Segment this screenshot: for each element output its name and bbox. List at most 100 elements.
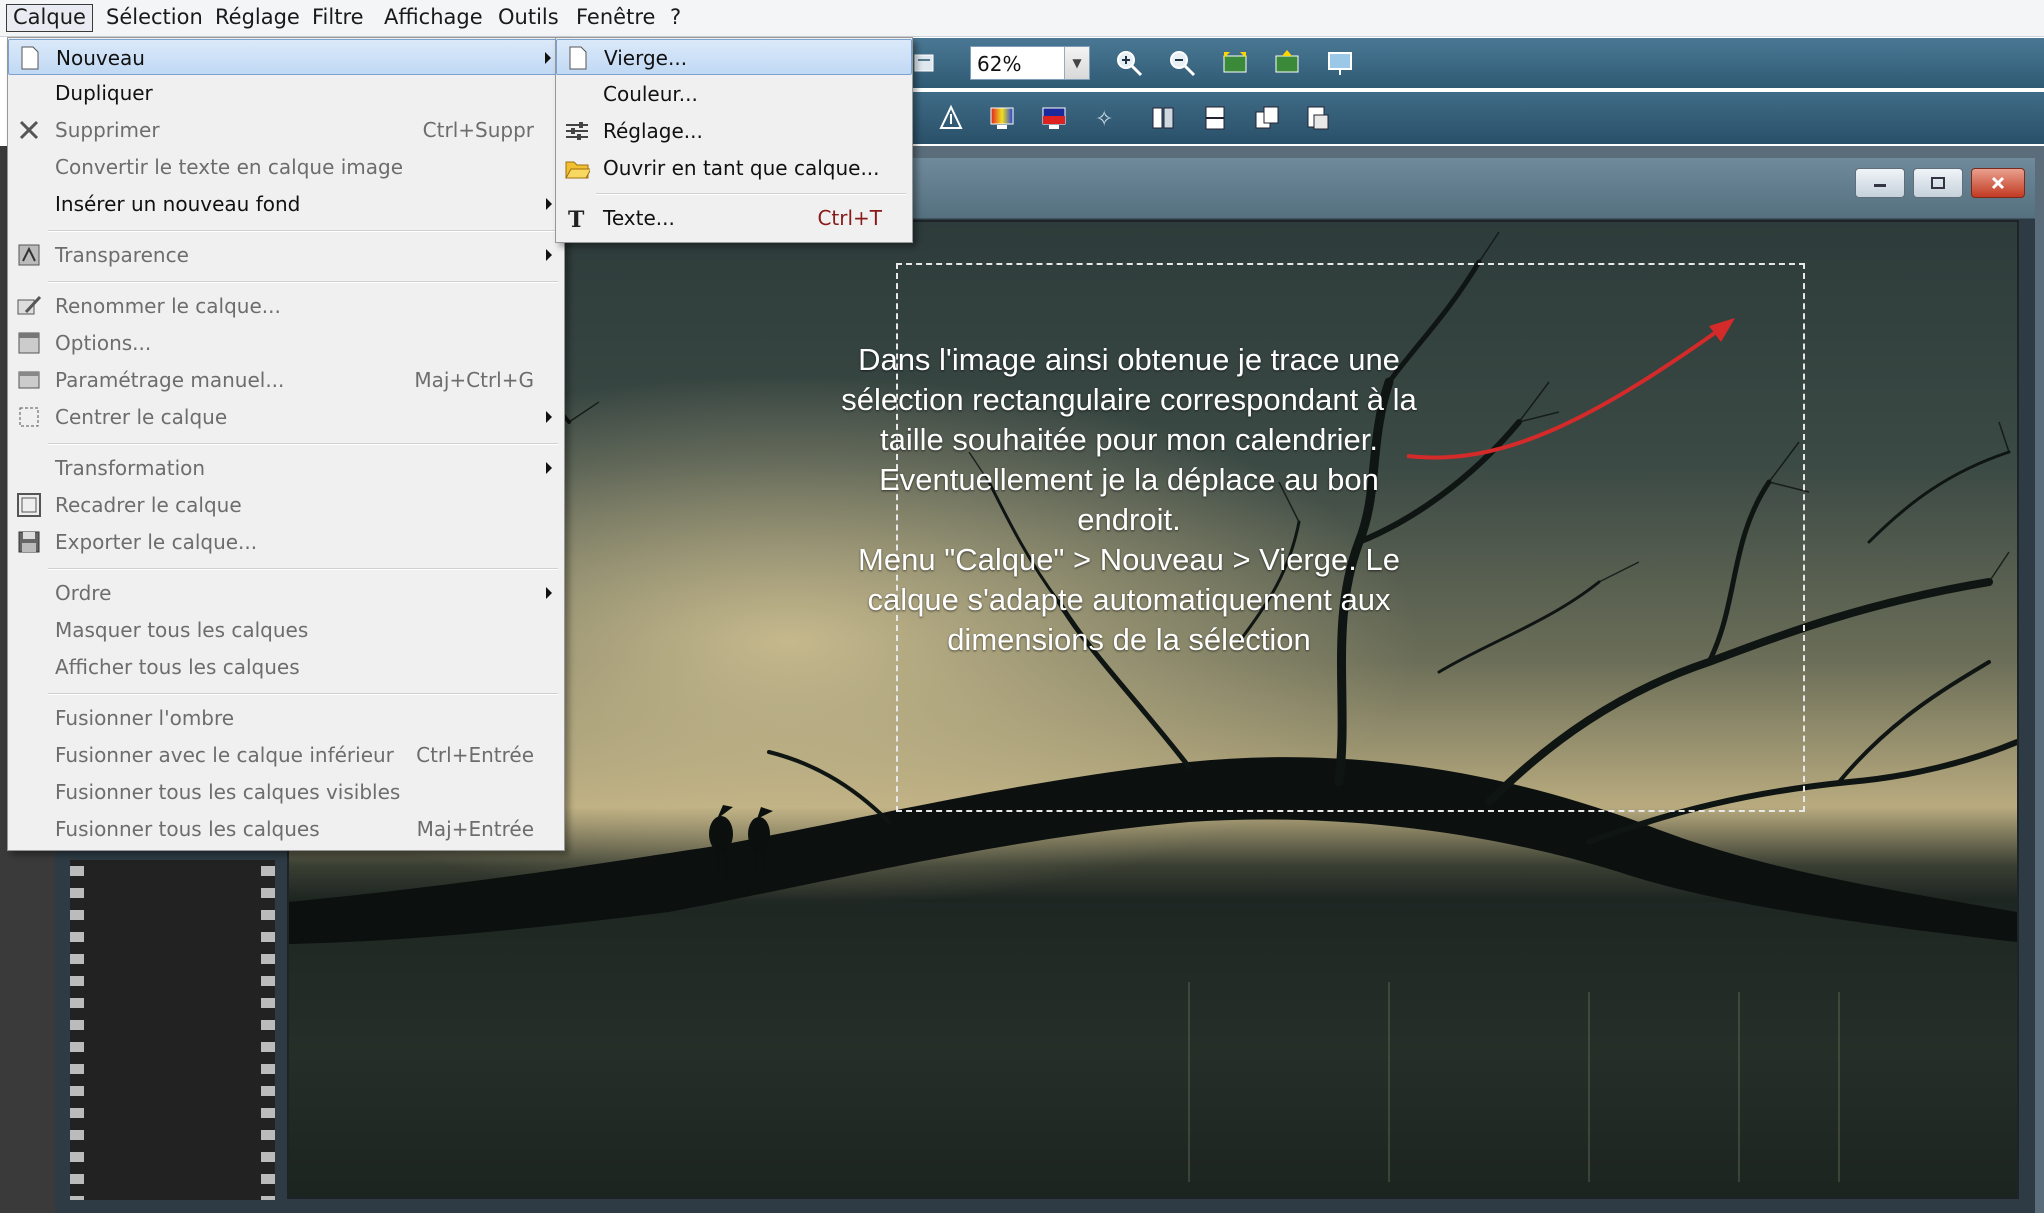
menu-item-label: Renommer le calque... [55,294,281,318]
rotate-icon[interactable] [1198,101,1232,135]
menu-item-recadrer[interactable]: Recadrer le calque [8,487,564,523]
delete-x-icon [16,117,42,143]
menu-item-label: Transparence [55,243,189,267]
blank-page-icon [17,45,43,71]
menu-item-label: Masquer tous les calques [55,618,309,642]
film-holes-right [261,860,275,1200]
layer-icon[interactable] [908,46,942,80]
menu-item-label: Convertir le texte en calque image [55,155,404,179]
maximize-button[interactable] [1913,168,1963,198]
menu-item-exporter[interactable]: Exporter le calque... [8,524,564,560]
menu-item-label: Texte... [603,206,675,230]
menu-item-options[interactable]: Options... [8,325,564,361]
text-icon: T [564,205,590,231]
menu-item-label: Vierge... [604,46,688,70]
sharpen-icon[interactable] [934,101,968,135]
annotation-line: endroit. [1077,502,1181,537]
minimize-button[interactable] [1855,168,1905,198]
menu-item-nouveau[interactable]: Nouveau [8,39,564,75]
blank-page-icon [565,45,591,71]
gradient-icon[interactable] [1037,101,1071,135]
filmstrip-panel [70,860,275,1200]
rename-icon [16,293,42,319]
flip-icon[interactable] [1146,101,1180,135]
maximize-icon [1931,177,1945,189]
toolbar-bottom: ✧ [900,92,2044,144]
menu-selection[interactable]: Sélection [100,4,209,30]
menu-item-shortcut: Ctrl+Entrée [416,743,534,767]
menu-item-transformation[interactable]: Transformation [8,450,564,486]
menu-item-ouvrir-calque[interactable]: Ouvrir en tant que calque... [556,150,912,186]
menu-item-label: Fusionner l'ombre [55,706,235,730]
menu-item-fusionner-visibles[interactable]: Fusionner tous les calques visibles [8,774,564,810]
menu-reglage[interactable]: Réglage [209,4,306,30]
adjustment-icon [564,118,590,144]
menu-item-convertir-texte[interactable]: Convertir le texte en calque image [8,149,564,185]
menu-separator [48,568,558,570]
transparency-icon [16,242,42,268]
menu-item-label: Ouvrir en tant que calque... [603,156,880,180]
menu-item-texte[interactable]: T Texte... Ctrl+T [556,200,912,236]
submenu-arrow-icon [546,411,552,423]
menu-separator [48,230,558,232]
menu-item-transparence[interactable]: Transparence [8,237,564,273]
menu-item-shortcut: Ctrl+Suppr [422,118,534,142]
stars-icon[interactable]: ✧ [1088,101,1122,135]
menu-separator [596,193,906,195]
actual-size-icon[interactable] [1270,46,1304,80]
menu-item-label: Recadrer le calque [55,493,242,517]
menu-item-couleur[interactable]: Couleur... [556,76,912,112]
zoom-select[interactable]: 62% ▼ [970,46,1090,80]
zoom-value: 62% [977,52,1022,76]
menu-filtre[interactable]: Filtre [306,4,370,30]
zoom-out-icon[interactable] [1165,46,1199,80]
menu-item-label: Supprimer [55,118,160,142]
menu-outils[interactable]: Outils [492,4,565,30]
options-icon [16,330,42,356]
menu-item-vierge[interactable]: Vierge... [556,39,912,75]
menu-item-label: Centrer le calque [55,405,228,429]
menu-fenetre[interactable]: Fenêtre [570,4,661,30]
crop-icon [16,492,42,518]
menu-item-shortcut: Maj+Ctrl+G [414,368,534,392]
menu-affichage[interactable]: Affichage [378,4,489,30]
menu-item-renommer[interactable]: Renommer le calque... [8,288,564,324]
zoom-in-icon[interactable] [1112,46,1146,80]
annotation-line: sélection rectangulaire correspondant à … [841,382,1417,417]
annotation-line: dimensions de la sélection [947,622,1311,657]
menu-item-centrer[interactable]: Centrer le calque [8,399,564,435]
menu-item-supprimer[interactable]: Supprimer Ctrl+Suppr [8,112,564,148]
paste-icon[interactable] [1300,101,1334,135]
annotation-line: Menu "Calque" > Nouveau > Vierge. Le [858,542,1400,577]
save-disk-icon [16,529,42,555]
manual-settings-icon [16,367,42,393]
toolbar-top: 62% ▼ [900,38,2044,88]
copy-icon[interactable] [1250,101,1284,135]
menu-item-label: Fusionner tous les calques [55,817,320,841]
menu-item-label: Paramétrage manuel... [55,368,285,392]
open-folder-icon [564,155,590,181]
close-button[interactable] [1971,168,2025,198]
menu-item-fusionner-tous[interactable]: Fusionner tous les calques Maj+Entrée [8,811,564,847]
menu-item-label: Réglage... [603,119,703,143]
menu-item-fusionner-inferieur[interactable]: Fusionner avec le calque inférieur Ctrl+… [8,737,564,773]
menu-help[interactable]: ? [664,4,687,30]
menu-item-reglage[interactable]: Réglage... [556,113,912,149]
menu-item-parametrage[interactable]: Paramétrage manuel... Maj+Ctrl+G [8,362,564,398]
film-holes-left [70,860,84,1200]
chevron-down-icon[interactable]: ▼ [1064,47,1089,79]
colors-icon[interactable] [985,101,1019,135]
menu-item-afficher-calques[interactable]: Afficher tous les calques [8,649,564,685]
menu-item-label: Fusionner tous les calques visibles [55,780,401,804]
menu-item-fusionner-ombre[interactable]: Fusionner l'ombre [8,700,564,736]
fullscreen-icon[interactable] [1323,46,1357,80]
menu-separator [48,281,558,283]
menu-bar: Calque Sélection Réglage Filtre Affichag… [0,0,2044,37]
fit-image-icon[interactable] [1218,46,1252,80]
menu-item-dupliquer[interactable]: Dupliquer [8,75,564,111]
menu-item-masquer-calques[interactable]: Masquer tous les calques [8,612,564,648]
submenu-arrow-icon [546,198,552,210]
menu-calque[interactable]: Calque [6,4,93,32]
menu-item-ordre[interactable]: Ordre [8,575,564,611]
menu-item-inserer-fond[interactable]: Insérer un nouveau fond [8,186,564,222]
